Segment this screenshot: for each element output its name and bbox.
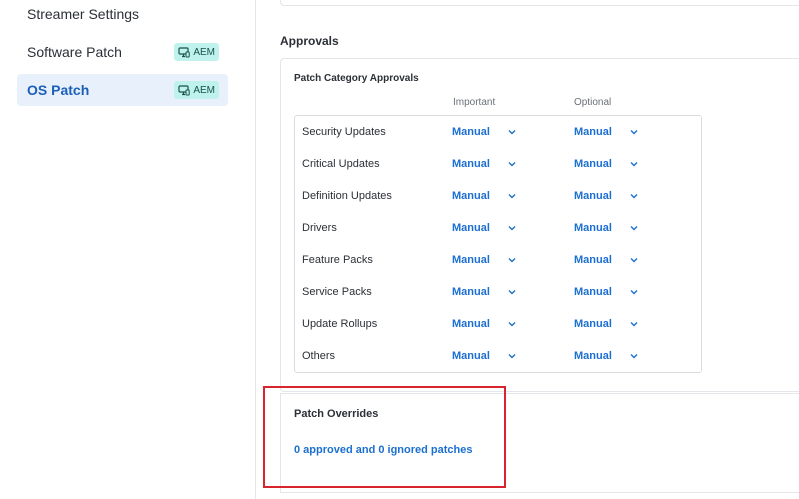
dropdown-value: Manual: [574, 318, 612, 330]
optional-approval-dropdown[interactable]: Manual: [574, 190, 639, 202]
chevron-down-icon: [630, 162, 638, 167]
important-approval-dropdown[interactable]: Manual: [452, 222, 517, 234]
important-approval-dropdown[interactable]: Manual: [452, 286, 517, 298]
approvals-heading: Approvals: [280, 34, 339, 48]
dropdown-value: Manual: [574, 222, 612, 234]
chevron-down-icon: [630, 354, 638, 359]
optional-approval-dropdown[interactable]: Manual: [574, 126, 639, 138]
dropdown-value: Manual: [452, 158, 490, 170]
sidebar-item-label: Software Patch: [27, 44, 122, 60]
dropdown-value: Manual: [452, 222, 490, 234]
category-label: Service Packs: [302, 286, 372, 298]
table-row: Critical Updates Manual Manual: [295, 149, 701, 181]
sidebar: Streamer Settings Software Patch AEM OS …: [0, 0, 256, 499]
chevron-down-icon: [630, 194, 638, 199]
chevron-down-icon: [508, 226, 516, 231]
chevron-down-icon: [508, 354, 516, 359]
patch-category-approvals-title: Patch Category Approvals: [294, 73, 419, 84]
sidebar-item-os-patch[interactable]: OS Patch AEM: [17, 74, 228, 106]
chevron-down-icon: [508, 290, 516, 295]
category-label: Drivers: [302, 222, 337, 234]
sidebar-item-streamer-settings[interactable]: Streamer Settings: [17, 0, 228, 30]
chevron-down-icon: [630, 130, 638, 135]
sidebar-item-software-patch[interactable]: Software Patch AEM: [17, 36, 228, 68]
monitor-icon: [178, 84, 191, 95]
table-row: Definition Updates Manual Manual: [295, 181, 701, 213]
main-content: Approvals Patch Category Approvals Impor…: [257, 0, 799, 499]
dropdown-value: Manual: [574, 350, 612, 362]
important-approval-dropdown[interactable]: Manual: [452, 254, 517, 266]
chevron-down-icon: [508, 130, 516, 135]
category-label: Update Rollups: [302, 318, 378, 330]
table-row: Feature Packs Manual Manual: [295, 245, 701, 277]
dropdown-value: Manual: [452, 126, 490, 138]
important-approval-dropdown[interactable]: Manual: [452, 190, 517, 202]
dropdown-value: Manual: [574, 190, 612, 202]
chevron-down-icon: [630, 322, 638, 327]
category-label: Others: [302, 350, 336, 362]
optional-approval-dropdown[interactable]: Manual: [574, 350, 639, 362]
category-label: Feature Packs: [302, 254, 373, 266]
dropdown-value: Manual: [574, 254, 612, 266]
category-label: Definition Updates: [302, 190, 392, 202]
chevron-down-icon: [508, 162, 516, 167]
column-header-important: Important: [453, 97, 496, 108]
dropdown-value: Manual: [574, 286, 612, 298]
dropdown-value: Manual: [574, 126, 612, 138]
optional-approval-dropdown[interactable]: Manual: [574, 158, 639, 170]
chevron-down-icon: [630, 290, 638, 295]
category-label: Security Updates: [302, 126, 386, 138]
badge-label: AEM: [193, 46, 215, 58]
table-row: Drivers Manual Manual: [295, 213, 701, 245]
important-approval-dropdown[interactable]: Manual: [452, 318, 517, 330]
optional-approval-dropdown[interactable]: Manual: [574, 318, 639, 330]
patch-overrides-title: Patch Overrides: [294, 408, 379, 420]
chevron-down-icon: [508, 322, 516, 327]
previous-section-card: [280, 0, 799, 6]
important-approval-dropdown[interactable]: Manual: [452, 350, 517, 362]
optional-approval-dropdown[interactable]: Manual: [574, 286, 639, 298]
table-row: Update Rollups Manual Manual: [295, 309, 701, 341]
dropdown-value: Manual: [574, 158, 612, 170]
chevron-down-icon: [630, 258, 638, 263]
sidebar-item-label: OS Patch: [27, 82, 90, 98]
category-label: Critical Updates: [302, 158, 380, 170]
table-row: Security Updates Manual Manual: [295, 117, 701, 149]
optional-approval-dropdown[interactable]: Manual: [574, 254, 639, 266]
sidebar-item-label: Streamer Settings: [27, 6, 140, 22]
dropdown-value: Manual: [452, 190, 490, 202]
badge-label: AEM: [193, 84, 215, 96]
important-approval-dropdown[interactable]: Manual: [452, 158, 517, 170]
important-approval-dropdown[interactable]: Manual: [452, 126, 517, 138]
dropdown-value: Manual: [452, 318, 490, 330]
monitor-icon: [178, 46, 191, 57]
patch-overrides-card: Patch Overrides 0 approved and 0 ignored…: [280, 393, 799, 493]
approvals-table: Security Updates Manual Manual Critical …: [294, 115, 702, 373]
table-row: Service Packs Manual Manual: [295, 277, 701, 309]
patch-overrides-link[interactable]: 0 approved and 0 ignored patches: [294, 444, 473, 456]
approvals-card: Patch Category Approvals Important Optio…: [280, 58, 799, 392]
column-header-optional: Optional: [574, 97, 612, 108]
optional-approval-dropdown[interactable]: Manual: [574, 222, 639, 234]
aem-badge: AEM: [174, 43, 219, 61]
chevron-down-icon: [508, 258, 516, 263]
dropdown-value: Manual: [452, 254, 490, 266]
chevron-down-icon: [508, 194, 516, 199]
dropdown-value: Manual: [452, 350, 490, 362]
table-row: Others Manual Manual: [295, 341, 701, 373]
dropdown-value: Manual: [452, 286, 490, 298]
aem-badge: AEM: [174, 81, 219, 99]
chevron-down-icon: [630, 226, 638, 231]
